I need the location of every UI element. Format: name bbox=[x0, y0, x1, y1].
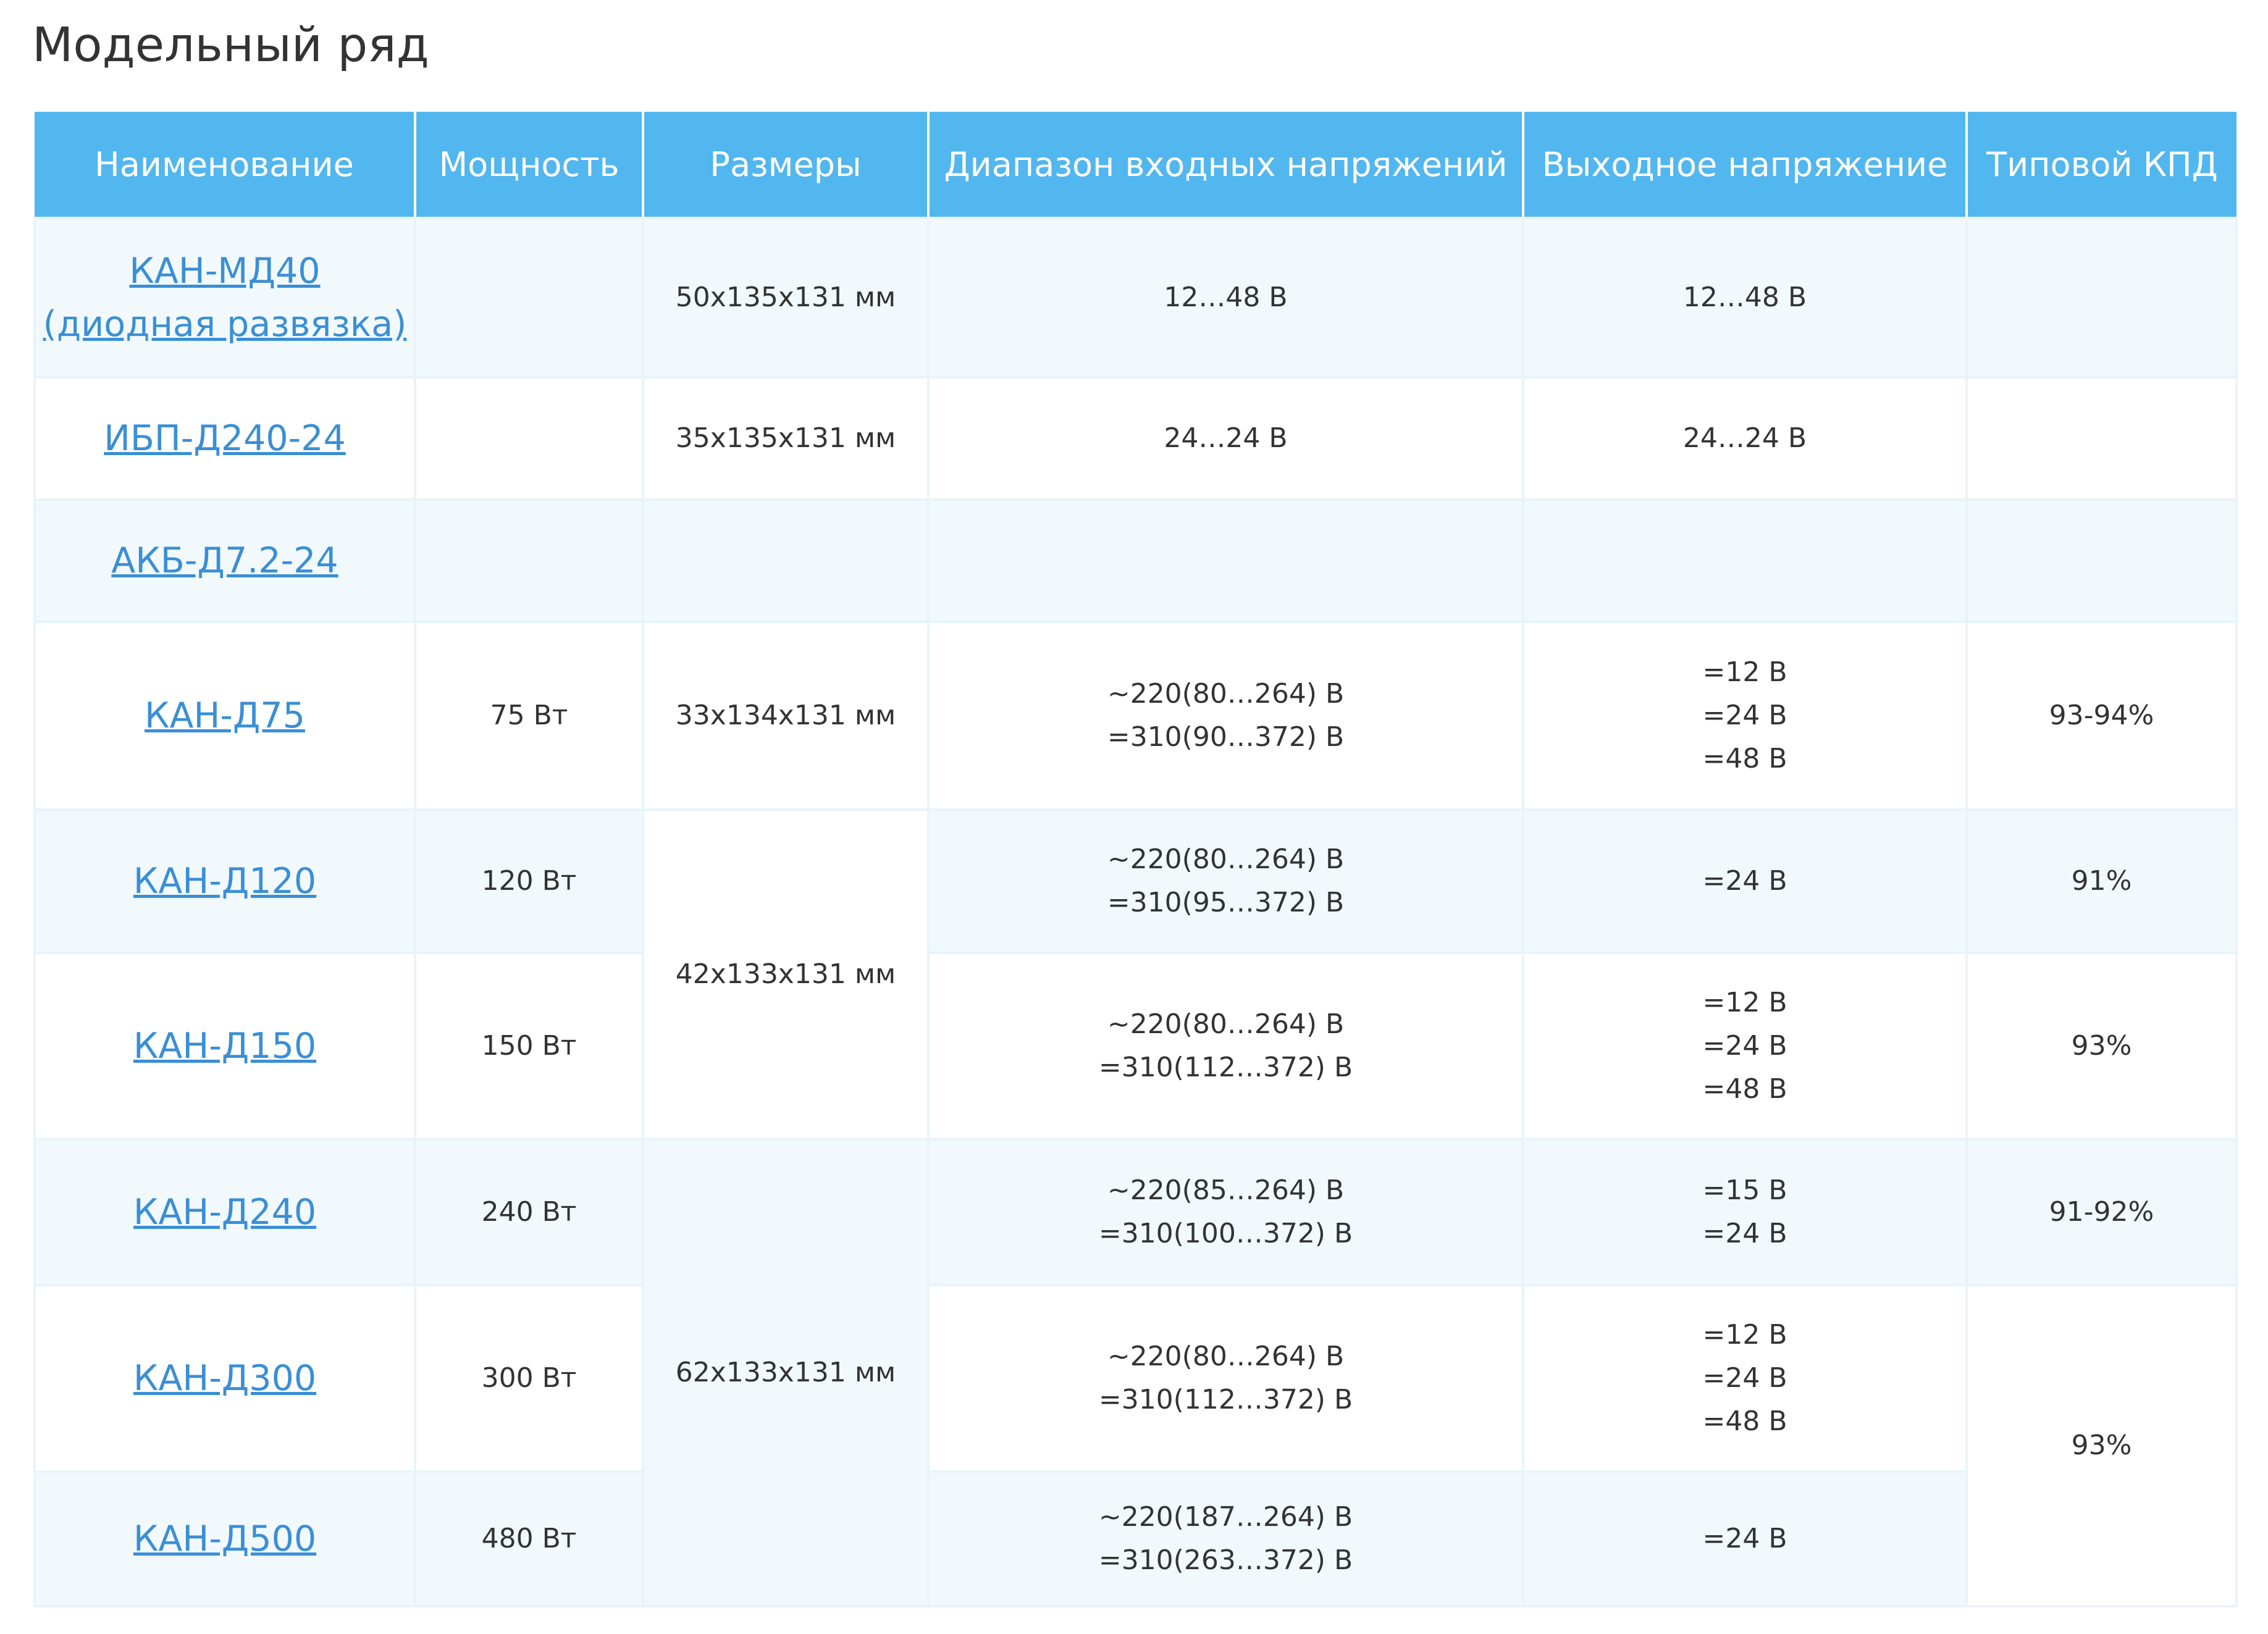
model-name-cell: КАН-Д500 bbox=[33, 1470, 416, 1607]
model-link[interactable]: АКБ-Д7.2-24 bbox=[42, 534, 408, 587]
power-cell bbox=[414, 498, 644, 623]
power-cell: 150 Вт bbox=[414, 952, 644, 1141]
output-voltage-cell: 12…48 В bbox=[1522, 217, 1968, 379]
output-voltage-cell bbox=[1522, 498, 1968, 623]
output-voltage-cell: 24…24 В bbox=[1522, 376, 1968, 501]
input-voltage-cell: ~220(80…264) В =310(112…372) В bbox=[927, 1284, 1524, 1473]
header-name: Наименование bbox=[35, 112, 416, 218]
model-link[interactable]: КАН-Д150 bbox=[42, 1020, 408, 1073]
size-cell: 33х134х131 мм bbox=[642, 621, 930, 811]
input-voltage-cell: ~220(187…264) В =310(263…372) В bbox=[927, 1470, 1524, 1607]
table-row: КАН-Д150 150 Вт ~220(80…264) В =310(112…… bbox=[33, 952, 2238, 1141]
model-name-cell: КАН-Д240 bbox=[33, 1138, 416, 1286]
page-title: Модельный ряд bbox=[32, 18, 429, 73]
input-voltage-cell: ~220(80…264) В =310(95…372) В bbox=[927, 808, 1524, 954]
input-voltage-cell: ~220(85…264) В =310(100…372) В bbox=[927, 1138, 1524, 1286]
output-voltage-cell: =12 В =24 В =48 В bbox=[1522, 621, 1968, 811]
efficiency-cell: 93% bbox=[1965, 952, 2238, 1141]
model-range-table: Наименование Мощность Размеры Диапазон в… bbox=[33, 112, 2238, 1607]
power-cell bbox=[414, 376, 644, 501]
output-voltage-cell: =12 В =24 В =48 В bbox=[1522, 1284, 1968, 1473]
size-cell: 62х133х131 мм bbox=[642, 1138, 930, 1607]
power-cell: 120 Вт bbox=[414, 808, 644, 954]
header-input-voltage: Диапазон входных напряжений bbox=[927, 112, 1524, 218]
efficiency-cell: 91-92% bbox=[1965, 1138, 2238, 1286]
model-link[interactable]: КАН-Д500 bbox=[42, 1512, 408, 1565]
power-cell: 75 Вт bbox=[414, 621, 644, 811]
output-voltage-cell: =12 В =24 В =48 В bbox=[1522, 952, 1968, 1141]
model-name-cell: КАН-Д300 bbox=[33, 1284, 416, 1473]
output-voltage-cell: =24 В bbox=[1522, 1470, 1968, 1607]
input-voltage-cell: ~220(80…264) В =310(112…372) В bbox=[927, 952, 1524, 1141]
efficiency-cell bbox=[1965, 498, 2238, 623]
table-row: КАН-Д240 240 Вт 62х133х131 мм ~220(85…26… bbox=[33, 1138, 2238, 1607]
power-cell: 240 Вт bbox=[414, 1138, 644, 1286]
header-size: Размеры bbox=[642, 112, 930, 218]
input-voltage-cell: 12…48 В bbox=[927, 217, 1524, 379]
table-row: КАН-Д300 300 Вт ~220(80…264) В =310(112…… bbox=[33, 1284, 2238, 1607]
table-row: КАН-Д500 480 Вт ~220(187…264) В =310(263… bbox=[33, 1470, 2236, 1607]
model-link[interactable]: ИБП-Д240-24 bbox=[42, 412, 408, 465]
output-voltage-cell: =15 В =24 В bbox=[1522, 1138, 1968, 1286]
table-header-row: Наименование Мощность Размеры Диапазон в… bbox=[35, 112, 2236, 218]
model-link[interactable]: КАН-Д120 bbox=[42, 855, 408, 908]
efficiency-cell: 91% bbox=[1965, 808, 2238, 954]
efficiency-cell bbox=[1965, 376, 2238, 501]
model-link[interactable]: КАН-Д75 bbox=[42, 689, 408, 742]
model-name-cell: КАН-Д120 bbox=[33, 808, 416, 954]
size-cell bbox=[642, 498, 930, 623]
table-row: АКБ-Д7.2-24 bbox=[33, 498, 2238, 623]
efficiency-cell: 93-94% bbox=[1965, 621, 2238, 811]
table-row: КАН-МД40 (диодная развязка) 50х135х131 м… bbox=[33, 217, 2238, 379]
input-voltage-cell bbox=[927, 498, 1524, 623]
model-name-cell: ИБП-Д240-24 bbox=[33, 376, 416, 501]
efficiency-cell: 93% bbox=[1965, 1284, 2238, 1607]
model-name-cell: АКБ-Д7.2-24 bbox=[33, 498, 416, 623]
output-voltage-cell: =24 В bbox=[1522, 808, 1968, 954]
table-row: КАН-Д120 120 Вт 42х133х131 мм ~220(80…26… bbox=[33, 808, 2238, 1141]
table-row: ИБП-Д240-24 35х135х131 мм 24…24 В 24…24 … bbox=[33, 376, 2238, 501]
model-link[interactable]: КАН-МД40 (диодная развязка) bbox=[42, 245, 408, 351]
power-cell bbox=[414, 217, 644, 379]
size-cell: 42х133х131 мм bbox=[642, 808, 930, 1141]
model-name-cell: КАН-МД40 (диодная развязка) bbox=[33, 217, 416, 379]
power-cell: 480 Вт bbox=[414, 1470, 644, 1607]
header-power: Мощность bbox=[414, 112, 644, 218]
size-cell: 35х135х131 мм bbox=[642, 376, 930, 501]
power-cell: 300 Вт bbox=[414, 1284, 644, 1473]
header-efficiency: Типовой КПД bbox=[1965, 112, 2236, 218]
size-cell: 50х135х131 мм bbox=[642, 217, 930, 379]
model-name-cell: КАН-Д150 bbox=[33, 952, 416, 1141]
header-output-voltage: Выходное напряжение bbox=[1522, 112, 1968, 218]
table-row: КАН-Д75 75 Вт 33х134х131 мм ~220(80…264)… bbox=[33, 621, 2238, 811]
model-link[interactable]: КАН-Д300 bbox=[42, 1352, 408, 1405]
input-voltage-cell: ~220(80…264) В =310(90…372) В bbox=[927, 621, 1524, 811]
efficiency-cell bbox=[1965, 217, 2238, 379]
model-link[interactable]: КАН-Д240 bbox=[42, 1186, 408, 1239]
model-name-cell: КАН-Д75 bbox=[33, 621, 416, 811]
input-voltage-cell: 24…24 В bbox=[927, 376, 1524, 501]
